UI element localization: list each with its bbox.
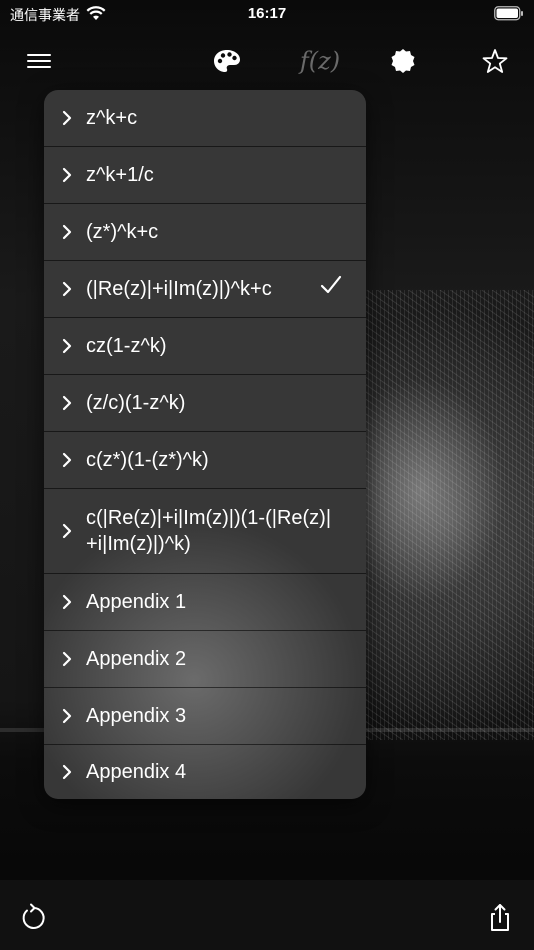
formula-dropdown-menu: z^k+c z^k+1/c (z*)^k+c (|Re(z)|+i|Im(z)|… [44, 90, 366, 799]
seal-badge-icon[interactable] [386, 38, 420, 84]
formula-label: z^k+1/c [86, 164, 154, 186]
refresh-icon[interactable] [18, 902, 50, 934]
battery-icon [494, 6, 524, 26]
formula-label: c(|Re(z)|+i|Im(z)|)(1-(|Re(z)|+i|Im(z)|)… [86, 507, 332, 555]
formula-menu-item[interactable]: Appendix 3 [44, 688, 366, 745]
palette-icon[interactable] [210, 38, 244, 84]
chevron-right-icon [62, 707, 76, 725]
chevron-right-icon [62, 109, 76, 127]
chevron-right-icon [62, 593, 76, 611]
hamburger-menu-icon[interactable] [22, 38, 56, 84]
formula-menu-item[interactable]: Appendix 1 [44, 574, 366, 631]
formula-menu-item[interactable]: c(z*)(1-(z*)^k) [44, 432, 366, 489]
function-selector-button[interactable]: f(z) [292, 38, 348, 84]
formula-label: c(z*)(1-(z*)^k) [86, 449, 209, 471]
formula-menu-item[interactable]: (z/c)(1-z^k) [44, 375, 366, 432]
chevron-right-icon [62, 451, 76, 469]
chevron-right-icon [62, 280, 76, 298]
fractal-image [360, 290, 534, 740]
chevron-right-icon [62, 223, 76, 241]
formula-menu-item[interactable]: c(|Re(z)|+i|Im(z)|)(1-(|Re(z)|+i|Im(z)|)… [44, 489, 366, 574]
chevron-right-icon [62, 522, 76, 540]
chevron-right-icon [62, 166, 76, 184]
status-bar: 通信事業者 16:17 [0, 0, 534, 28]
formula-menu-item[interactable]: cz(1-z^k) [44, 318, 366, 375]
clock: 16:17 [247, 5, 287, 22]
formula-menu-item[interactable]: Appendix 4 [44, 745, 366, 799]
formula-menu-item-selected[interactable]: (|Re(z)|+i|Im(z)|)^k+c [44, 261, 366, 318]
formula-label: cz(1-z^k) [86, 335, 167, 357]
chevron-right-icon [62, 763, 76, 781]
star-icon[interactable] [478, 38, 512, 84]
formula-menu-item[interactable]: z^k+c [44, 90, 366, 147]
share-icon[interactable] [484, 902, 516, 934]
formula-label: Appendix 1 [86, 591, 187, 613]
formula-menu-item[interactable]: z^k+1/c [44, 147, 366, 204]
formula-label: Appendix 3 [86, 705, 187, 727]
chevron-right-icon [62, 650, 76, 668]
bottom-toolbar [0, 880, 534, 950]
top-toolbar: f(z) [0, 38, 534, 84]
formula-menu-item[interactable]: Appendix 2 [44, 631, 366, 688]
formula-menu-item[interactable]: (z*)^k+c [44, 204, 366, 261]
formula-label: (z*)^k+c [86, 221, 159, 243]
chevron-right-icon [62, 337, 76, 355]
formula-label: (z/c)(1-z^k) [86, 392, 186, 414]
checkmark-icon [320, 275, 342, 300]
formula-label: Appendix 4 [86, 761, 187, 783]
formula-label: z^k+c [86, 107, 138, 129]
chevron-right-icon [62, 394, 76, 412]
formula-label: (|Re(z)|+i|Im(z)|)^k+c [86, 278, 272, 300]
formula-label: Appendix 2 [86, 648, 187, 670]
